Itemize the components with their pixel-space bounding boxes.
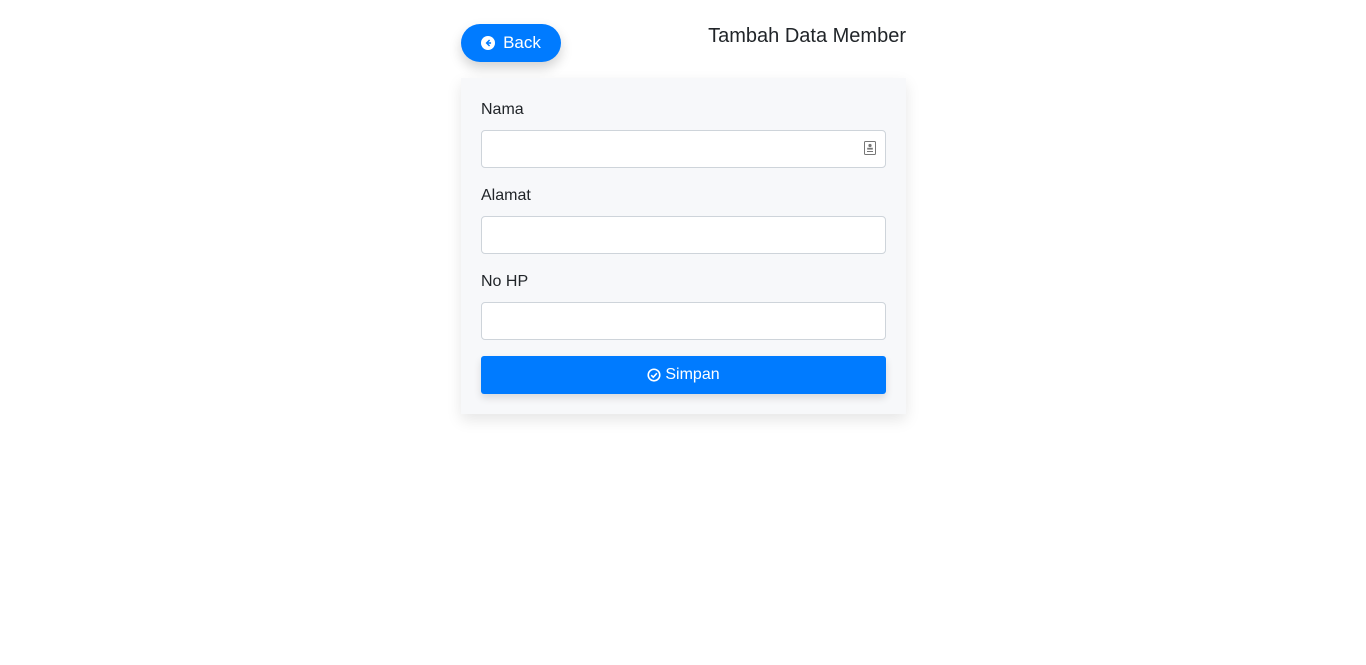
back-button-label: Back	[503, 33, 541, 52]
simpan-button[interactable]: Simpan	[481, 356, 886, 394]
alamat-input[interactable]	[481, 216, 886, 254]
back-button[interactable]: Back	[461, 24, 561, 62]
nama-input[interactable]	[481, 130, 886, 168]
nama-field-wrapper	[461, 130, 906, 168]
nama-label: Nama	[481, 101, 524, 118]
page-title: Tambah Data Member	[708, 25, 906, 47]
contact-card-icon[interactable]	[864, 141, 876, 155]
simpan-button-label: Simpan	[665, 366, 720, 383]
no-hp-label: No HP	[481, 273, 529, 290]
no-hp-input[interactable]	[481, 302, 886, 340]
check-circle-icon	[647, 368, 661, 382]
member-form-card: Nama Alamat No HP Simpan	[461, 78, 906, 414]
alamat-label: Alamat	[481, 187, 531, 204]
arrow-circle-left-icon	[481, 36, 496, 50]
